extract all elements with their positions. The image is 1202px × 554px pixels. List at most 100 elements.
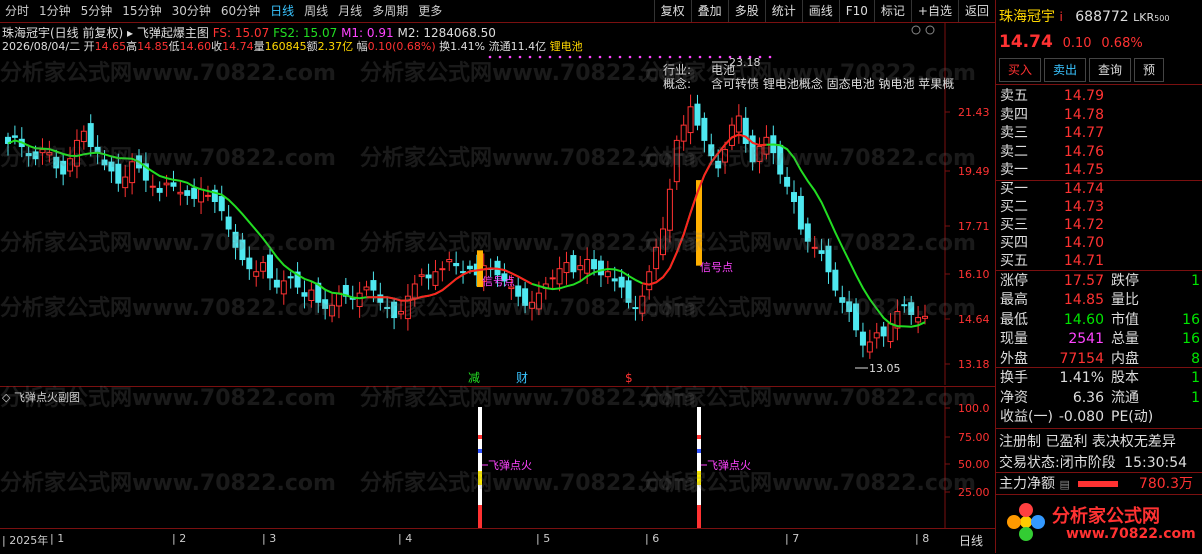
- candle[interactable]: [356, 292, 363, 308]
- candle[interactable]: [225, 216, 232, 230]
- trade-button[interactable]: 预: [1134, 58, 1165, 82]
- candle[interactable]: [694, 103, 701, 126]
- candle[interactable]: [915, 317, 922, 323]
- candle[interactable]: [204, 194, 211, 197]
- candle[interactable]: [239, 239, 246, 261]
- candle[interactable]: [887, 323, 894, 343]
- candle[interactable]: [322, 299, 329, 309]
- candle[interactable]: [708, 144, 715, 157]
- candle[interactable]: [425, 274, 432, 279]
- candle[interactable]: [73, 139, 80, 167]
- candle[interactable]: [839, 297, 846, 303]
- candle[interactable]: [777, 144, 784, 175]
- toolbar-button[interactable]: F10: [838, 0, 874, 22]
- candle[interactable]: [735, 115, 742, 133]
- toolbar-button[interactable]: +自选: [910, 0, 958, 22]
- period-tab[interactable]: 15分钟: [117, 0, 166, 22]
- toolbar-button[interactable]: 叠加: [690, 0, 728, 22]
- candle[interactable]: [535, 292, 542, 310]
- candle[interactable]: [156, 187, 163, 193]
- candle[interactable]: [811, 246, 818, 249]
- candle[interactable]: [329, 304, 336, 317]
- candle[interactable]: [273, 279, 280, 288]
- kline-chart[interactable]: 21.4319.4917.7116.1014.6413.18信号点信号点23.1…: [0, 22, 995, 385]
- candle[interactable]: [625, 280, 632, 303]
- candle[interactable]: [280, 280, 287, 295]
- candle[interactable]: [618, 276, 625, 288]
- candle[interactable]: [184, 190, 191, 196]
- candle[interactable]: [460, 271, 467, 274]
- candle[interactable]: [653, 246, 660, 270]
- candle[interactable]: [232, 231, 239, 248]
- candle[interactable]: [439, 268, 446, 271]
- candle[interactable]: [53, 156, 60, 169]
- candle[interactable]: [873, 332, 880, 339]
- candle[interactable]: [570, 255, 577, 273]
- candle[interactable]: [398, 310, 404, 315]
- candle[interactable]: [611, 278, 618, 282]
- candle[interactable]: [115, 163, 122, 184]
- candle[interactable]: [466, 265, 473, 270]
- toolbar-button[interactable]: 多股: [727, 0, 765, 22]
- candle[interactable]: [529, 301, 535, 309]
- candle[interactable]: [370, 280, 377, 291]
- candle[interactable]: [522, 288, 529, 306]
- candle[interactable]: [418, 274, 425, 277]
- candle[interactable]: [177, 191, 184, 195]
- candle[interactable]: [391, 301, 398, 319]
- candle[interactable]: [922, 315, 928, 319]
- candle[interactable]: [584, 259, 591, 274]
- candle[interactable]: [859, 331, 866, 346]
- trade-button[interactable]: 卖出: [1044, 58, 1087, 82]
- period-tab[interactable]: 1分钟: [34, 0, 76, 22]
- period-tab[interactable]: 30分钟: [167, 0, 216, 22]
- candle[interactable]: [660, 228, 666, 256]
- close-icon[interactable]: [925, 25, 935, 35]
- candle[interactable]: [846, 301, 853, 312]
- period-tab[interactable]: 月线: [333, 0, 367, 22]
- toolbar-button[interactable]: 复权: [653, 0, 691, 22]
- candle[interactable]: [191, 187, 198, 199]
- candle[interactable]: [632, 307, 639, 310]
- candle[interactable]: [722, 149, 729, 163]
- toolbar-button[interactable]: 画线: [801, 0, 839, 22]
- candle[interactable]: [39, 149, 46, 154]
- candle[interactable]: [728, 124, 735, 146]
- candle[interactable]: [384, 306, 391, 309]
- candle[interactable]: [715, 160, 722, 169]
- candle[interactable]: [639, 295, 646, 314]
- candle[interactable]: [446, 259, 453, 263]
- candle[interactable]: [687, 106, 694, 134]
- candle[interactable]: [680, 124, 687, 142]
- candle[interactable]: [666, 188, 673, 231]
- candle[interactable]: [246, 257, 253, 270]
- flow-icon[interactable]: ▤: [1059, 478, 1069, 491]
- toolbar-button[interactable]: 标记: [873, 0, 911, 22]
- candle[interactable]: [287, 276, 294, 279]
- candle[interactable]: [377, 294, 384, 303]
- candle[interactable]: [825, 245, 832, 273]
- candle[interactable]: [60, 160, 67, 175]
- candle[interactable]: [453, 262, 460, 267]
- candle[interactable]: [597, 260, 604, 276]
- candle[interactable]: [577, 265, 584, 271]
- trade-button[interactable]: 买入: [999, 58, 1042, 82]
- candle[interactable]: [756, 146, 763, 162]
- candle[interactable]: [67, 158, 74, 172]
- candle[interactable]: [515, 285, 522, 297]
- settings-icon[interactable]: [911, 25, 921, 35]
- candle[interactable]: [797, 195, 804, 230]
- candle[interactable]: [80, 130, 87, 143]
- candle[interactable]: [301, 292, 308, 297]
- toolbar-button[interactable]: 统计: [764, 0, 802, 22]
- missile-signal[interactable]: 飞弹点火: [478, 407, 532, 529]
- candle[interactable]: [742, 117, 749, 144]
- candle[interactable]: [129, 161, 136, 184]
- candle[interactable]: [335, 292, 342, 307]
- candle[interactable]: [791, 192, 797, 202]
- candle[interactable]: [646, 271, 653, 291]
- period-tab[interactable]: 5分钟: [76, 0, 118, 22]
- candle[interactable]: [673, 139, 680, 183]
- candle[interactable]: [549, 277, 556, 280]
- candle[interactable]: [411, 283, 418, 299]
